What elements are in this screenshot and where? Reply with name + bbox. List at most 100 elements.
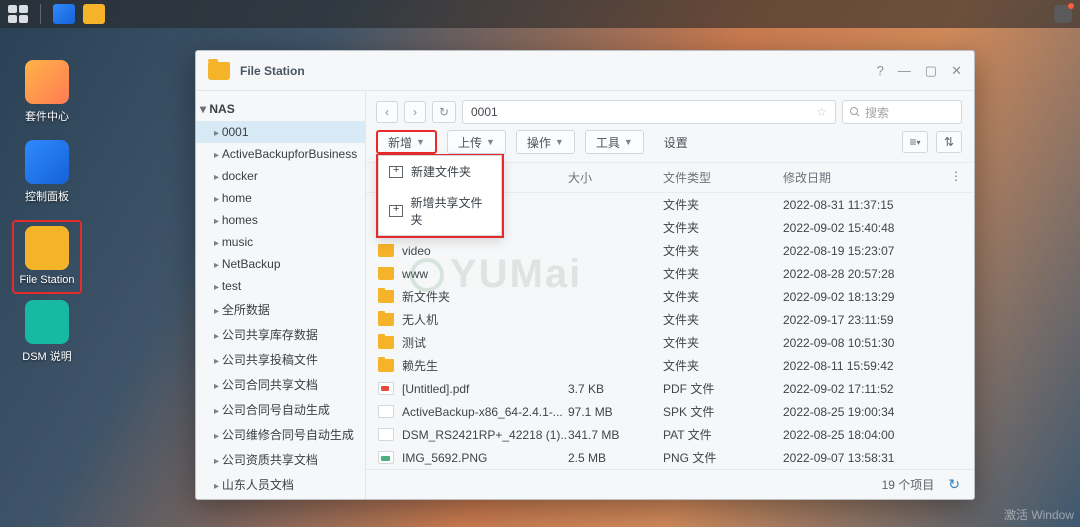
activate-windows-text: 激活 Window bbox=[1004, 506, 1074, 523]
table-row[interactable]: video文件夹2022-08-19 15:23:07 bbox=[366, 239, 974, 262]
file-date: 2022-09-17 23:11:59 bbox=[783, 313, 952, 327]
col-date[interactable]: 修改日期 bbox=[783, 169, 950, 186]
tree-item[interactable]: home bbox=[196, 187, 365, 209]
file-icon bbox=[378, 313, 394, 326]
file-size: 97.1 MB bbox=[568, 405, 663, 419]
add-dropdown: 新建文件夹 新增共享文件夹 bbox=[376, 154, 504, 238]
tree-item[interactable]: 全所数据 bbox=[196, 297, 365, 322]
table-row[interactable]: 测试文件夹2022-09-08 10:51:30 bbox=[366, 331, 974, 354]
tree-item[interactable]: NetBackup bbox=[196, 253, 365, 275]
table-row[interactable]: DSM_RS2421RP+_42218 (1)...341.7 MBPAT 文件… bbox=[366, 423, 974, 446]
tree-item[interactable]: 公司共享库存数据 bbox=[196, 322, 365, 347]
tree-item[interactable]: 公司共享投稿文件 bbox=[196, 347, 365, 372]
desktop-icon-label: DSM 说明 bbox=[12, 348, 82, 364]
new-folder-icon bbox=[389, 166, 403, 178]
file-date: 2022-08-11 15:59:42 bbox=[783, 359, 952, 373]
titlebar[interactable]: File Station ? — ▢ ✕ bbox=[196, 51, 974, 91]
desktop-icon-glyph bbox=[25, 226, 69, 270]
file-icon bbox=[378, 336, 394, 349]
file-name: IMG_5692.PNG bbox=[402, 451, 487, 465]
close-button[interactable]: ✕ bbox=[951, 63, 962, 79]
settings-button[interactable]: 设置 bbox=[654, 130, 698, 154]
file-icon bbox=[378, 428, 394, 441]
file-size: 3.7 KB bbox=[568, 382, 663, 396]
minimize-button[interactable]: — bbox=[898, 63, 911, 79]
table-row[interactable]: www文件夹2022-08-28 20:57:28 bbox=[366, 262, 974, 285]
desktop-icon-label: 套件中心 bbox=[12, 108, 82, 124]
file-date: 2022-08-19 15:23:07 bbox=[783, 244, 952, 258]
folder-tree[interactable]: NAS 0001ActiveBackupforBusinessdockerhom… bbox=[196, 91, 366, 499]
tree-root[interactable]: NAS bbox=[196, 99, 365, 121]
sort-button[interactable]: ⇅ bbox=[936, 131, 962, 153]
notification-icon[interactable] bbox=[1054, 5, 1072, 23]
desktop-icon-label: File Station bbox=[14, 274, 80, 286]
status-bar: 19 个项目 ↻ bbox=[366, 469, 974, 499]
desktop-icon-3[interactable]: DSM 说明 bbox=[12, 300, 82, 364]
desktop-icon-glyph bbox=[25, 300, 69, 344]
table-row[interactable]: 赖先生文件夹2022-08-11 15:59:42 bbox=[366, 354, 974, 377]
tree-item[interactable]: 公司资质共享文档 bbox=[196, 447, 365, 472]
file-icon bbox=[378, 451, 394, 464]
tree-item[interactable]: 公司合同号自动生成 bbox=[196, 397, 365, 422]
desktop-icon-2[interactable]: File Station bbox=[12, 220, 82, 294]
help-button[interactable]: ? bbox=[877, 63, 884, 79]
file-station-window: File Station ? — ▢ ✕ NAS 0001ActiveBacku… bbox=[195, 50, 975, 500]
table-row[interactable]: IMG_5692.PNG2.5 MBPNG 文件2022-09-07 13:58… bbox=[366, 446, 974, 469]
desktop-icon-0[interactable]: 套件中心 bbox=[12, 60, 82, 124]
file-type: SPK 文件 bbox=[663, 403, 783, 420]
file-type: 文件夹 bbox=[663, 265, 783, 282]
tools-button[interactable]: 工具▼ bbox=[585, 130, 644, 154]
tree-item[interactable]: 山西人员文档 bbox=[196, 497, 365, 499]
search-input[interactable]: 搜索 bbox=[842, 100, 962, 124]
view-list-button[interactable]: ≡▾ bbox=[902, 131, 928, 153]
col-type[interactable]: 文件类型 bbox=[663, 169, 783, 186]
file-icon bbox=[378, 244, 394, 257]
file-type: 文件夹 bbox=[663, 311, 783, 328]
file-type: 文件夹 bbox=[663, 357, 783, 374]
table-row[interactable]: 新文件夹文件夹2022-09-02 18:13:29 bbox=[366, 285, 974, 308]
tree-item[interactable]: music bbox=[196, 231, 365, 253]
add-button-label: 新增 bbox=[388, 134, 412, 151]
upload-label: 上传 bbox=[458, 134, 482, 151]
file-list[interactable]: hcip文件夹2022-09-02 15:40:48video文件夹2022-0… bbox=[366, 216, 974, 469]
taskbar bbox=[0, 0, 1080, 28]
tree-item[interactable]: docker bbox=[196, 165, 365, 187]
star-icon[interactable]: ☆ bbox=[816, 105, 827, 119]
file-icon bbox=[378, 290, 394, 303]
nav-back-button[interactable]: ‹ bbox=[376, 101, 398, 123]
taskbar-app-1[interactable] bbox=[53, 4, 75, 24]
table-row[interactable]: ActiveBackup-x86_64-2.4.1-...97.1 MBSPK … bbox=[366, 400, 974, 423]
tree-item[interactable]: homes bbox=[196, 209, 365, 231]
main-pane: ‹ › ↻ 0001 ☆ 搜索 新增▼ bbox=[366, 91, 974, 499]
table-row[interactable]: 无人机文件夹2022-09-17 23:11:59 bbox=[366, 308, 974, 331]
upload-button[interactable]: 上传▼ bbox=[447, 130, 506, 154]
breadcrumb[interactable]: 0001 ☆ bbox=[462, 100, 836, 124]
desktop-icon-1[interactable]: 控制面板 bbox=[12, 140, 82, 204]
dropdown-new-folder[interactable]: 新建文件夹 bbox=[379, 156, 501, 187]
col-size[interactable]: 大小 bbox=[568, 169, 663, 186]
apps-grid-icon[interactable] bbox=[8, 5, 28, 23]
tree-item[interactable]: 0001 bbox=[196, 121, 365, 143]
tree-item[interactable]: 公司合同共享文档 bbox=[196, 372, 365, 397]
dropdown-new-shared[interactable]: 新增共享文件夹 bbox=[379, 187, 501, 235]
tree-item[interactable]: 山东人员文档 bbox=[196, 472, 365, 497]
add-button[interactable]: 新增▼ bbox=[376, 130, 437, 154]
action-button[interactable]: 操作▼ bbox=[516, 130, 575, 154]
file-date: 2022-09-02 18:13:29 bbox=[783, 290, 952, 304]
file-icon bbox=[378, 405, 394, 418]
col-more-icon[interactable]: ⋮ bbox=[950, 169, 962, 186]
taskbar-app-2[interactable] bbox=[83, 4, 105, 24]
new-shared-icon bbox=[389, 205, 403, 217]
maximize-button[interactable]: ▢ bbox=[925, 63, 937, 79]
table-row[interactable]: [Untitled].pdf3.7 KBPDF 文件2022-09-02 17:… bbox=[366, 377, 974, 400]
refresh-icon[interactable]: ↻ bbox=[948, 476, 960, 493]
dropdown-new-shared-label: 新增共享文件夹 bbox=[411, 194, 492, 228]
nav-forward-button[interactable]: › bbox=[404, 101, 426, 123]
nav-refresh-button[interactable]: ↻ bbox=[432, 101, 456, 123]
file-icon bbox=[378, 382, 394, 395]
file-type: 文件夹 bbox=[663, 334, 783, 351]
tree-item[interactable]: 公司维修合同号自动生成 bbox=[196, 422, 365, 447]
tree-item[interactable]: ActiveBackupforBusiness bbox=[196, 143, 365, 165]
tree-item[interactable]: test bbox=[196, 275, 365, 297]
file-type: PAT 文件 bbox=[663, 426, 783, 443]
